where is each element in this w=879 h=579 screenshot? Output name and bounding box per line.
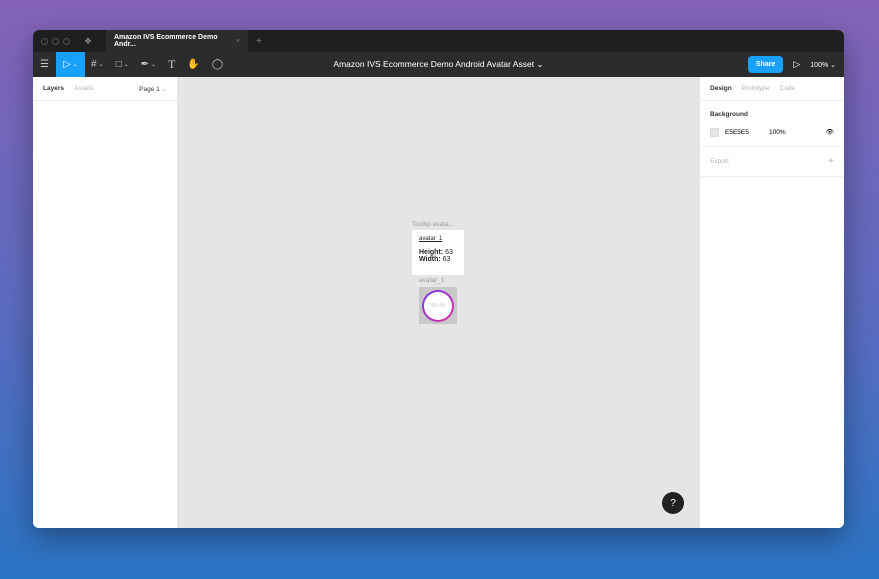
- background-swatch[interactable]: [710, 127, 719, 137]
- comment-tool-button[interactable]: ◯: [206, 52, 229, 77]
- file-tab[interactable]: Amazon IVS Ecommerce Demo Andr... ×: [106, 30, 248, 52]
- share-button[interactable]: Share: [747, 56, 784, 73]
- avatar-frame[interactable]: 49×49: [419, 287, 457, 324]
- shape-tool-button[interactable]: □ ⌄: [110, 52, 135, 77]
- tab-assets[interactable]: Assets: [74, 85, 94, 92]
- file-tab-title: Amazon IVS Ecommerce Demo Andr...: [114, 34, 218, 48]
- tab-code[interactable]: Code: [780, 85, 796, 92]
- toolbar: ☰ ▷ ⌄ # ⌄ □ ⌄ ✒ ⌄ T ✋ ◯ Amazon IVS Ecommerce…: [33, 52, 844, 77]
- height-value: 63: [445, 249, 453, 256]
- text-tool-button[interactable]: T: [162, 52, 181, 77]
- export-label: Export: [710, 158, 729, 165]
- avatar-circle: 49×49: [422, 289, 454, 322]
- hand-tool-button[interactable]: ✋: [181, 52, 205, 77]
- maximize-window-button[interactable]: [63, 37, 70, 45]
- background-opacity[interactable]: 100%: [769, 129, 786, 136]
- height-label: Height:: [419, 249, 444, 256]
- zoom-value: 100%: [810, 61, 829, 69]
- close-tab-icon[interactable]: ×: [236, 38, 240, 45]
- page-name: Page 1: [139, 85, 160, 93]
- window-controls: [41, 37, 70, 45]
- present-button[interactable]: ▷: [793, 59, 800, 70]
- minimize-window-button[interactable]: [52, 37, 59, 45]
- tooltip-frame[interactable]: avatar_1 Height: 63 Width: 63: [412, 230, 464, 275]
- width-label: Width:: [419, 256, 441, 263]
- background-label: Background: [710, 111, 748, 118]
- figma-window: ❖ Amazon IVS Ecommerce Demo Andr... × + ☰…: [33, 30, 844, 528]
- close-window-button[interactable]: [41, 37, 48, 45]
- new-tab-button[interactable]: +: [256, 36, 262, 47]
- main-menu-icon[interactable]: ☰: [33, 52, 56, 77]
- pen-tool-button[interactable]: ✒ ⌄: [135, 52, 162, 77]
- avatar-frame-label[interactable]: avatar_1: [419, 277, 444, 284]
- tab-design[interactable]: Design: [710, 85, 732, 92]
- add-export-button[interactable]: +: [828, 156, 834, 167]
- tooltip-name: avatar_1: [419, 236, 443, 242]
- tab-bar: ❖ Amazon IVS Ecommerce Demo Andr... × +: [33, 30, 844, 52]
- avatar-size-text: 49×49: [424, 291, 452, 320]
- chevron-down-icon: ⌄: [536, 59, 544, 69]
- move-tool-button[interactable]: ▷ ⌄: [55, 52, 85, 77]
- design-panel: Design Prototype Code Background E5E5E5 100…: [699, 77, 844, 528]
- tab-layers[interactable]: Layers: [43, 85, 64, 92]
- background-hex[interactable]: E5E5E5: [725, 129, 763, 136]
- eye-icon[interactable]: 👁: [826, 128, 834, 136]
- frame-tool-button[interactable]: # ⌄: [85, 52, 110, 77]
- file-title-text: Amazon IVS Ecommerce Demo Android Avatar…: [333, 59, 535, 69]
- width-value: 63: [442, 256, 451, 263]
- figma-logo-icon[interactable]: ❖: [84, 36, 98, 47]
- canvas[interactable]: Tooltip avata... avatar_1 Height: 63 Wid…: [178, 77, 699, 528]
- page-selector[interactable]: Page 1 ⌄: [139, 85, 167, 93]
- tooltip-frame-label[interactable]: Tooltip avata...: [412, 221, 454, 228]
- help-button[interactable]: ?: [662, 492, 684, 514]
- zoom-dropdown[interactable]: 100% ⌄: [810, 61, 836, 69]
- layers-panel: Layers Assets Page 1 ⌄: [33, 77, 178, 528]
- tab-prototype[interactable]: Prototype: [742, 85, 770, 92]
